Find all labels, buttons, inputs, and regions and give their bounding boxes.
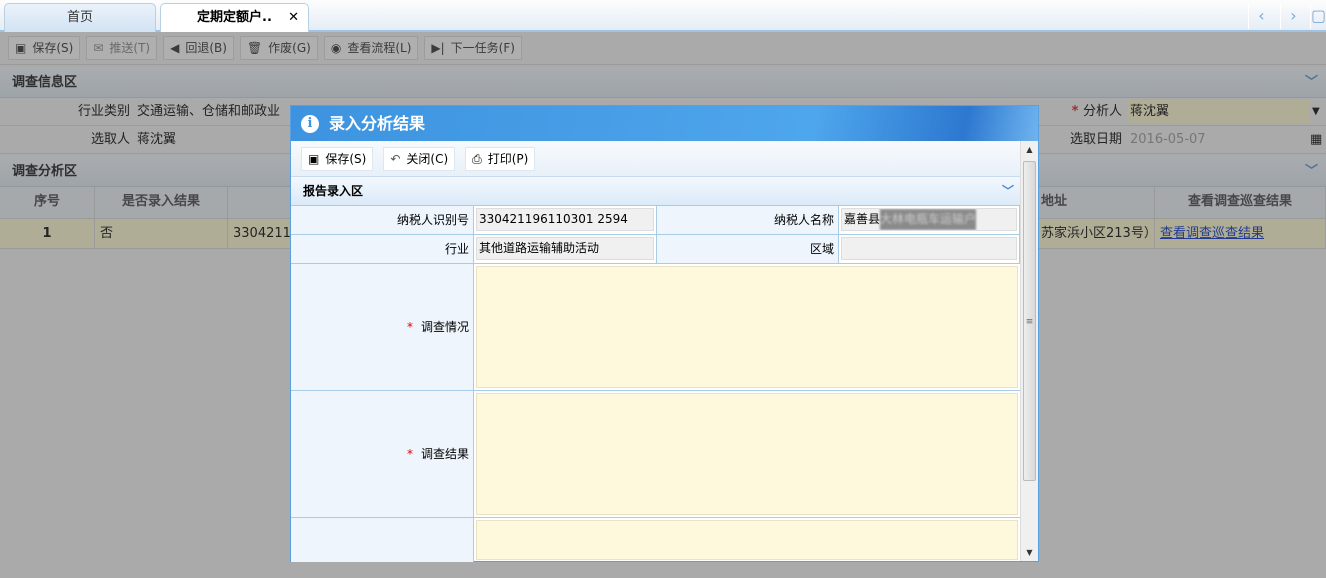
dialog-print-button[interactable]: ⎙ 打印(P) [465,147,536,171]
situation-row: * 调查情况 [291,264,1020,391]
result-row: * 调查结果 [291,391,1020,518]
extra-row [291,518,1020,562]
tab-fixed-quota[interactable]: 定期定额户.. ✕ [160,3,309,32]
taxpayer-id-label: 纳税人识别号 [291,206,474,235]
dialog-save-button[interactable]: ▣ 保存(S) [301,147,374,171]
dialog-close-button[interactable]: ↶ 关闭(C) [383,147,456,171]
extra-textarea[interactable] [476,520,1018,560]
region-field[interactable] [841,237,1017,260]
tab-label: 首页 [66,10,93,25]
printer-icon: ⎙ [472,152,482,166]
tab-menu-icon[interactable]: ▢ [1310,3,1326,29]
chevron-right-icon[interactable]: › [1280,3,1306,29]
scroll-down-icon[interactable]: ▼ [1021,548,1038,557]
taxpayer-id-field[interactable]: 330421196110301 2594 [476,208,654,231]
label: 打印(P) [487,152,529,166]
scroll-thumb[interactable]: ≡ [1023,161,1036,481]
industry-field[interactable]: 其他道路运输辅助活动 [476,237,654,260]
situation-textarea[interactable] [476,266,1018,388]
info-icon: i [301,115,319,133]
region-label: 区域 [657,235,839,264]
taxpayer-name-label: 纳税人名称 [657,206,839,235]
dialog-scrollbar[interactable]: ▲ ≡ ▼ [1020,141,1038,561]
result-label: 调查结果 [420,447,469,461]
analysis-result-dialog: i 录入分析结果 ▣ 保存(S) ↶ 关闭(C) ⎙ 打印(P) 报告录入区 ﹀ 纳税人识… [290,105,1039,562]
tab-label: 定期定额户.. [197,10,272,25]
section-title: 报告录入区 [303,184,364,198]
required-mark: * [406,447,413,461]
undo-icon: ↶ [390,152,401,166]
industry-label: 行业 [291,235,474,264]
dialog-title: 录入分析结果 [329,114,426,133]
dialog-title-bar[interactable]: i 录入分析结果 [291,106,1038,141]
taxpayer-name-field[interactable]: 嘉善县大林电瓶车运输户 [841,208,1017,231]
result-textarea[interactable] [476,393,1018,515]
dialog-toolbar: ▣ 保存(S) ↶ 关闭(C) ⎙ 打印(P) [291,141,1020,177]
label: 关闭(C) [406,152,449,166]
chevron-left-icon[interactable]: ‹ [1248,3,1274,29]
name-prefix: 嘉善县 [844,212,881,226]
scroll-up-icon[interactable]: ▲ [1021,145,1038,154]
save-icon: ▣ [308,152,320,166]
dialog-body: ▣ 保存(S) ↶ 关闭(C) ⎙ 打印(P) 报告录入区 ﹀ 纳税人识别号 33042… [291,141,1020,562]
report-section-header[interactable]: 报告录入区 ﹀ [291,177,1020,206]
tab-home[interactable]: 首页 [4,3,156,32]
redacted-name: 大林电瓶车运输户 [880,209,977,230]
chevron-down-icon[interactable]: ﹀ [1002,177,1014,206]
label: 保存(S) [325,152,367,166]
required-mark: * [406,320,413,334]
situation-label: 调查情况 [420,320,469,334]
close-icon[interactable]: ✕ [288,4,299,32]
tab-bar: 首页 定期定额户.. ✕ ‹ › ▢ [0,0,1326,32]
report-fields: 纳税人识别号 330421196110301 2594 纳税人名称 嘉善县大林电… [291,206,1020,264]
